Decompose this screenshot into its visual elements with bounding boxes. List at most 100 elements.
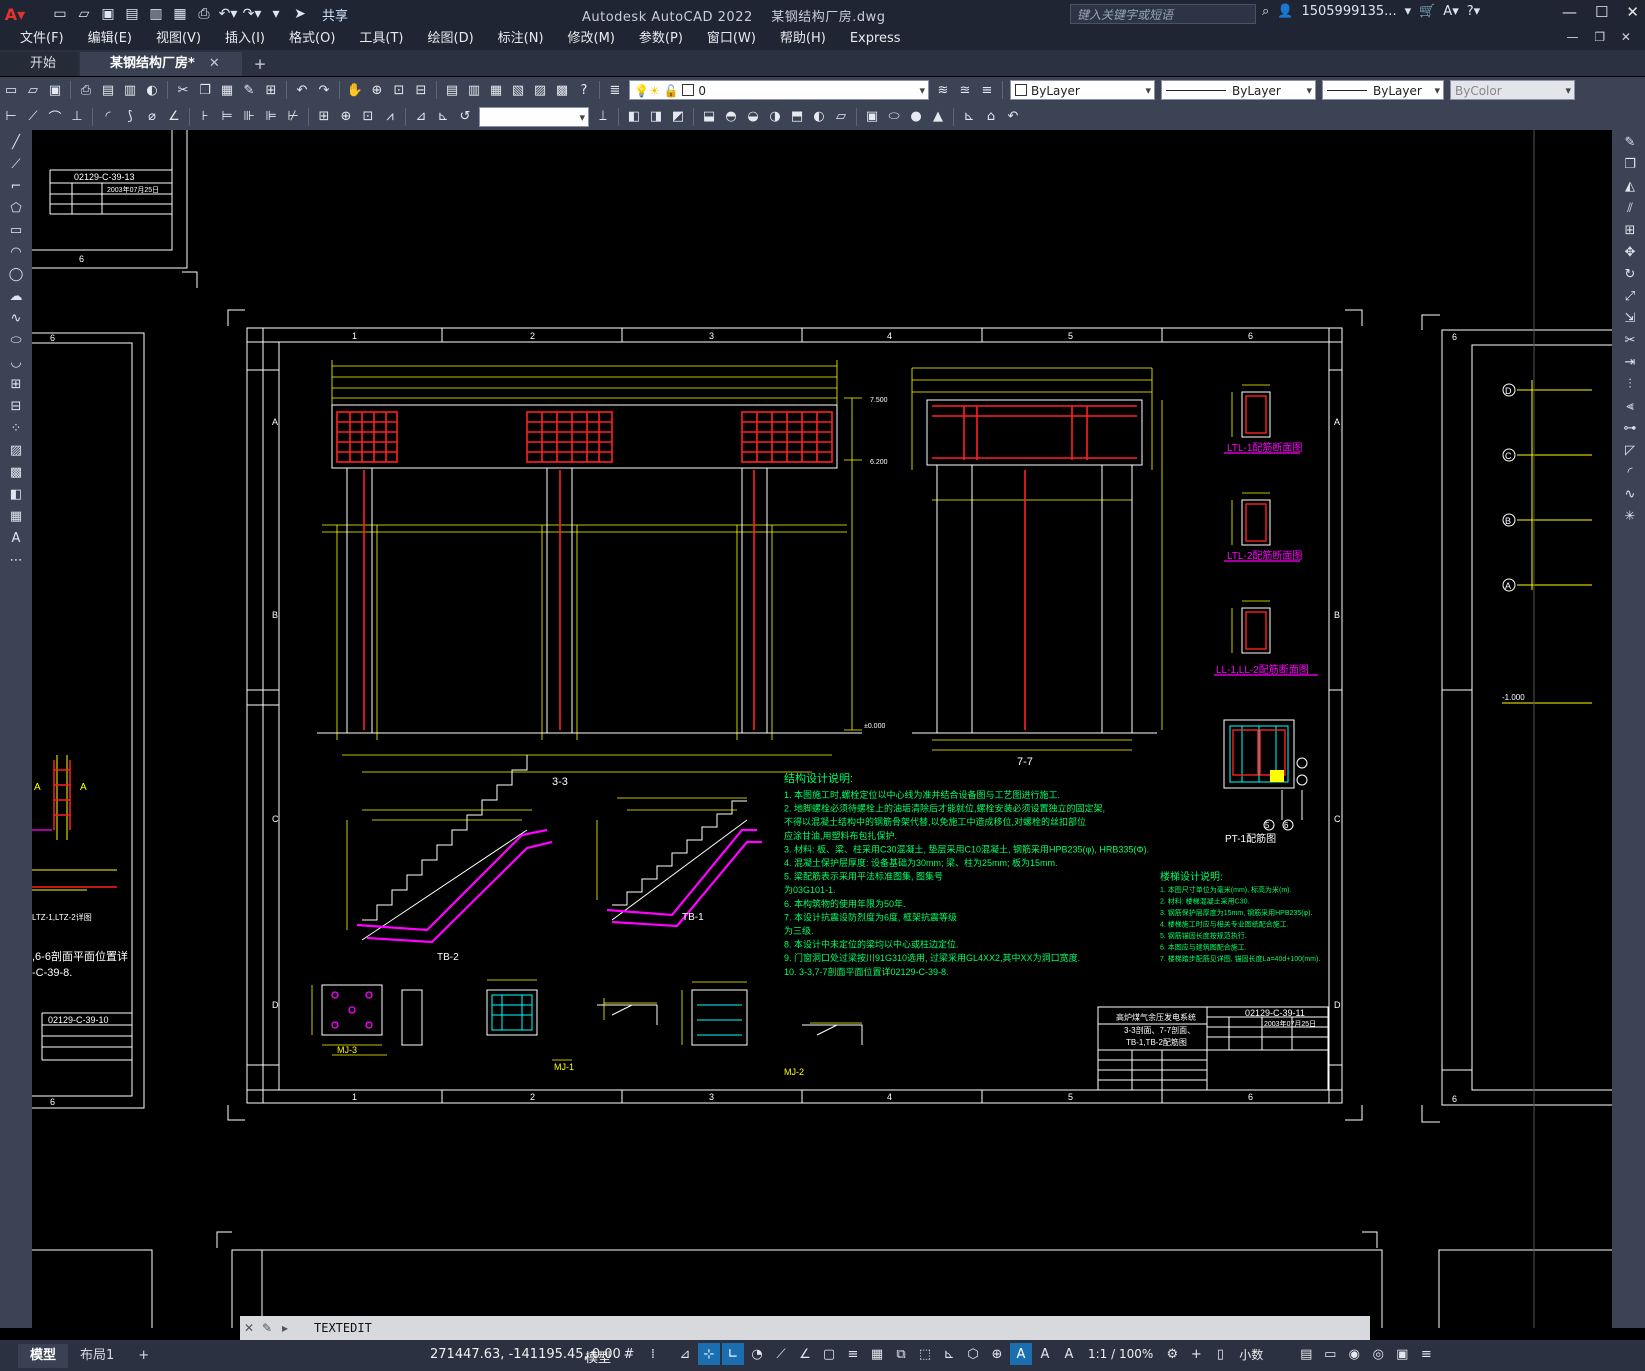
layer-dropdown[interactable]: 💡☀ 🔓 0 — [629, 80, 929, 101]
explode-icon[interactable]: ✳ — [1618, 506, 1642, 526]
region-icon[interactable]: ◧ — [624, 107, 644, 127]
zoom-window-icon[interactable]: ⊡ — [389, 80, 409, 100]
selection-cycling-icon[interactable]: ⧉ — [890, 1343, 912, 1365]
tab-drawing[interactable]: 某钢结构厂房* ✕ — [80, 52, 242, 76]
properties-icon[interactable]: ▤ — [442, 80, 462, 100]
insert-block-icon[interactable]: ⊞ — [4, 374, 28, 394]
dim-diameter-icon[interactable]: ⌀ — [142, 107, 162, 127]
menu-item-0[interactable]: 文件(F) — [8, 28, 76, 50]
new-icon[interactable]: ▭ — [1, 80, 21, 100]
menu-item-3[interactable]: 插入(I) — [213, 28, 277, 50]
menu-item-10[interactable]: 窗口(W) — [695, 28, 768, 50]
transparency-icon[interactable]: ▦ — [866, 1343, 888, 1365]
mtext-icon[interactable]: A — [4, 528, 28, 548]
help-icon[interactable]: ? — [574, 80, 594, 100]
autocad-logo-icon[interactable]: A▾ — [0, 0, 30, 28]
add-layout-button[interactable]: + — [126, 1344, 161, 1368]
copy-icon[interactable]: ❐ — [1618, 154, 1642, 174]
section-plane-icon[interactable]: ▱ — [831, 107, 851, 127]
design-center-icon[interactable]: ▥ — [464, 80, 484, 100]
add-icon[interactable]: + — [1185, 1343, 1207, 1365]
break-icon[interactable]: ⫷ — [1618, 396, 1642, 416]
block-editor-icon[interactable]: ⊞ — [261, 80, 281, 100]
minimize-icon[interactable]: — — [1562, 3, 1577, 21]
object-snap-tracking-icon[interactable]: ∠ — [794, 1343, 816, 1365]
command-settings-icon[interactable]: ✎ — [258, 1321, 276, 1335]
save-as-icon[interactable]: ▤ — [122, 4, 142, 24]
user-name[interactable]: 1505999135... — [1301, 4, 1396, 19]
save-web-icon[interactable]: ▦ — [170, 4, 190, 24]
3d-osnap-icon[interactable]: ⬚ — [914, 1343, 936, 1365]
annotation-scale-icon[interactable]: A — [1058, 1343, 1080, 1365]
table-icon[interactable]: ▦ — [4, 506, 28, 526]
join-icon[interactable]: ⊶ — [1618, 418, 1642, 438]
lock-ui-icon[interactable]: ▭ — [1319, 1343, 1341, 1365]
scale-icon[interactable]: ⤢ — [1618, 286, 1642, 306]
menu-item-7[interactable]: 标注(N) — [486, 28, 556, 50]
gradient-icon[interactable]: ▩ — [4, 462, 28, 482]
copy-icon[interactable]: ❐ — [195, 80, 215, 100]
dim-break-icon[interactable]: ⊬ — [283, 107, 303, 127]
spline-icon[interactable]: ∿ — [4, 308, 28, 328]
tool-palettes-icon[interactable]: ▦ — [486, 80, 506, 100]
new-file-icon[interactable]: ▭ — [50, 4, 70, 24]
ellipse-icon[interactable]: ⬭ — [4, 330, 28, 350]
cut-icon[interactable]: ✂ — [173, 80, 193, 100]
chevron-down-icon[interactable]: ▾ — [1405, 4, 1412, 19]
drawing-canvas[interactable]: 02129-C-39-13 2003年07月25日 6 6 6 02129-C-… — [32, 130, 1612, 1328]
quick-dim-icon[interactable]: ⊦ — [195, 107, 215, 127]
dim-aligned-icon[interactable]: ⟋ — [23, 107, 43, 127]
undo-icon[interactable]: ↶ — [292, 80, 312, 100]
isolate-objects-icon[interactable]: ◉ — [1343, 1343, 1365, 1365]
point-icon[interactable]: ⁘ — [4, 418, 28, 438]
autodesk-app-icon[interactable]: A▾ — [1443, 4, 1458, 19]
search-input[interactable]: 键入关键字或短语 — [1070, 4, 1256, 24]
dim-update-icon[interactable]: ↺ — [455, 107, 475, 127]
selection-filter-icon[interactable]: ⬡ — [962, 1343, 984, 1365]
region-icon[interactable]: ◧ — [4, 484, 28, 504]
sweep-icon[interactable]: ◑ — [765, 107, 785, 127]
offset-icon[interactable]: ⫽ — [1618, 198, 1642, 218]
object-snap-icon[interactable]: ▢ — [818, 1343, 840, 1365]
dim-ordinate-icon[interactable]: ⊥ — [67, 107, 87, 127]
save-icon[interactable]: ▣ — [45, 80, 65, 100]
chamfer-icon[interactable]: ◸ — [1618, 440, 1642, 460]
hardware-accel-icon[interactable]: ◎ — [1367, 1343, 1389, 1365]
open-file-icon[interactable]: ▱ — [74, 4, 94, 24]
share-icon[interactable]: ➤ — [290, 4, 310, 24]
extrude-icon[interactable]: ⬓ — [699, 107, 719, 127]
jogged-linear-icon[interactable]: ⩘ — [380, 107, 400, 127]
menu-item-6[interactable]: 绘图(D) — [416, 28, 486, 50]
layer-previous-icon[interactable]: ≊ — [955, 80, 975, 100]
menu-item-8[interactable]: 修改(M) — [556, 28, 627, 50]
polar-icon[interactable]: ◔ — [746, 1343, 768, 1365]
line-icon[interactable]: ╱ — [4, 132, 28, 152]
dim-baseline-icon[interactable]: ⊨ — [217, 107, 237, 127]
3d-dwf-icon[interactable]: ◐ — [142, 80, 162, 100]
rectangle-icon[interactable]: ▭ — [4, 220, 28, 240]
plot-preview-icon[interactable]: ▤ — [98, 80, 118, 100]
dim-style-dropdown[interactable] — [479, 106, 589, 128]
plot-icon[interactable]: ⎙ — [76, 80, 96, 100]
workspace-gear-icon[interactable]: ⚙ — [1161, 1343, 1183, 1365]
ortho-icon[interactable]: ∟ — [722, 1343, 744, 1365]
infer-icon[interactable]: ⊿ — [674, 1343, 696, 1365]
quick-properties-icon[interactable]: ▤ — [1295, 1343, 1317, 1365]
annotation-scale-readout[interactable]: 1:1 / 100% — [1088, 1347, 1153, 1361]
menu-item-1[interactable]: 编辑(E) — [76, 28, 144, 50]
command-close-icon[interactable]: ✕ — [240, 1321, 258, 1335]
mirror-icon[interactable]: ◭ — [1618, 176, 1642, 196]
loft-icon[interactable]: ◒ — [743, 107, 763, 127]
match-properties-icon[interactable]: ✎ — [239, 80, 259, 100]
move-icon[interactable]: ✥ — [1618, 242, 1642, 262]
layer-state-icon[interactable]: ≡ — [977, 80, 997, 100]
cylinder-icon[interactable]: ⬭ — [884, 107, 904, 127]
layer-properties-icon[interactable]: ≣ — [605, 80, 625, 100]
dim-arc-icon[interactable]: ⌒ — [45, 107, 65, 127]
dim-linear-icon[interactable]: ⊢ — [1, 107, 21, 127]
center-mark-icon[interactable]: ⊕ — [336, 107, 356, 127]
tab-start[interactable]: 开始 — [0, 52, 79, 76]
close-icon[interactable]: ✕ — [1626, 3, 1639, 21]
customize-icon[interactable]: ≡ — [1415, 1343, 1437, 1365]
arc-icon[interactable]: ◠ — [4, 242, 28, 262]
